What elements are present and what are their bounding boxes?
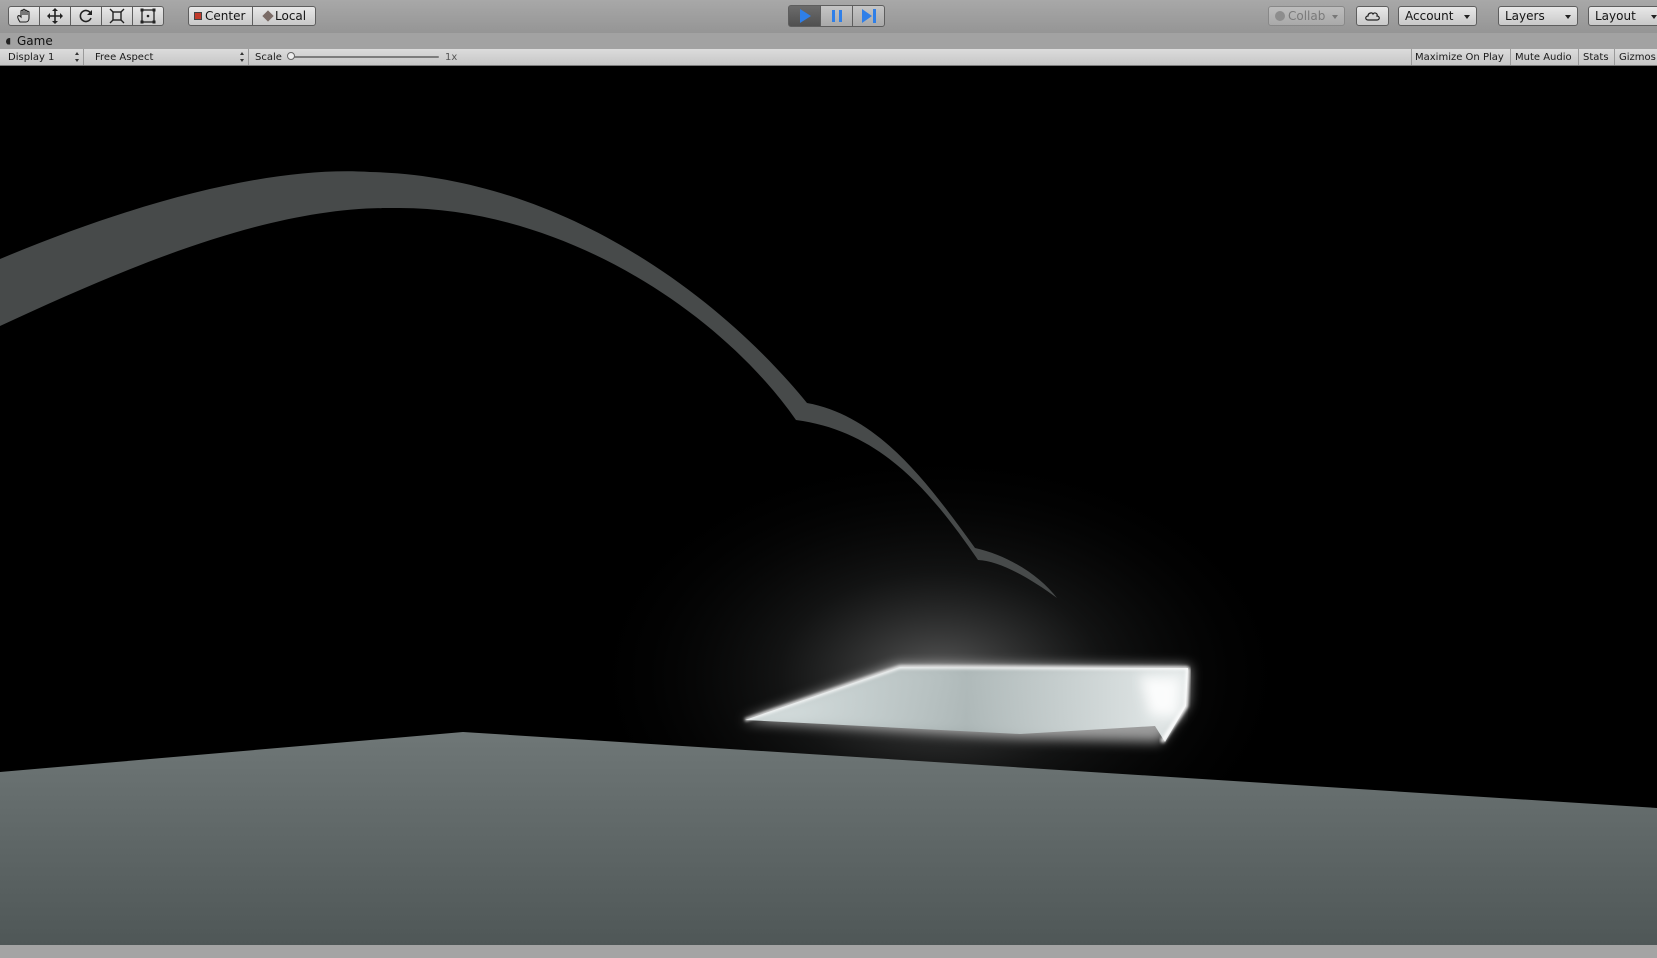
pivot-mode-button[interactable]: Center [188,6,253,26]
layout-label: Layout [1595,9,1636,23]
pivot-space-button[interactable]: Local [252,6,316,26]
game-viewport[interactable] [0,66,1657,945]
scale-value: 1x [445,51,458,63]
local-space-icon [262,10,274,22]
pause-button[interactable] [820,5,853,27]
scale-tool-button[interactable] [101,6,133,26]
rect-transform-icon [140,8,156,24]
chevron-down-icon [1464,15,1470,19]
scale-icon [109,8,125,24]
account-dropdown[interactable]: Account [1398,6,1477,26]
collab-dropdown[interactable]: Collab [1268,6,1345,26]
layers-dropdown[interactable]: Layers [1498,6,1578,26]
play-button[interactable] [788,5,821,27]
chevron-down-icon [1565,15,1571,19]
cloud-icon [1364,12,1380,21]
step-button[interactable] [852,5,885,27]
updown-arrows-icon [75,52,80,62]
tab-game-label: Game [17,34,53,48]
layers-label: Layers [1505,9,1545,23]
aspect-label: Free Aspect [95,51,154,63]
tab-game[interactable]: Game [6,33,53,49]
main-toolbar: Center Local Collab Account Layers Layou… [0,0,1657,34]
pivot-space-label: Local [275,9,307,23]
pivot-center-icon [194,12,202,20]
scale-slider-thumb[interactable] [287,52,295,60]
mute-audio-label: Mute Audio [1515,51,1572,63]
display-label: Display 1 [8,51,55,63]
game-view-controlbar: Display 1 Free Aspect Scale 1x Maximize … [0,49,1657,66]
play-icon [799,9,811,23]
hand-tool-button[interactable] [8,6,40,26]
mute-audio-toggle[interactable]: Mute Audio [1510,49,1578,65]
rotate-tool-button[interactable] [70,6,102,26]
gizmos-dropdown[interactable]: Gizmos [1614,49,1657,65]
game-view-icon [6,37,11,45]
rect-tool-button[interactable] [132,6,164,26]
maximize-on-play-label: Maximize On Play [1415,51,1504,63]
pause-icon [831,10,842,22]
hand-icon [17,8,30,23]
maximize-on-play-toggle[interactable]: Maximize On Play [1411,49,1510,65]
aspect-dropdown[interactable]: Free Aspect [89,49,249,65]
scale-slider-track[interactable] [289,56,439,58]
collab-label: Collab [1288,9,1326,23]
chevron-down-icon [1651,15,1657,19]
scale-label: Scale [255,51,282,63]
step-icon [861,9,876,23]
cloud-button[interactable] [1356,6,1389,26]
collab-check-icon [1275,11,1285,21]
rotate-icon [79,9,92,23]
stats-label: Stats [1583,51,1609,63]
stats-toggle[interactable]: Stats [1578,49,1614,65]
game-view-tabbar: Game [0,33,1657,49]
ground-terrain [0,732,1657,945]
updown-arrows-icon [240,52,245,62]
move-arrows-icon [47,8,63,24]
layout-dropdown[interactable]: Layout [1588,6,1657,26]
display-dropdown[interactable]: Display 1 [0,49,84,65]
account-label: Account [1405,9,1454,23]
bottom-status-strip [0,945,1657,958]
gizmos-label: Gizmos [1619,51,1656,63]
chevron-down-icon [1332,15,1338,19]
pivot-mode-label: Center [205,9,246,23]
move-tool-button[interactable] [39,6,71,26]
game-scene [0,171,1657,945]
